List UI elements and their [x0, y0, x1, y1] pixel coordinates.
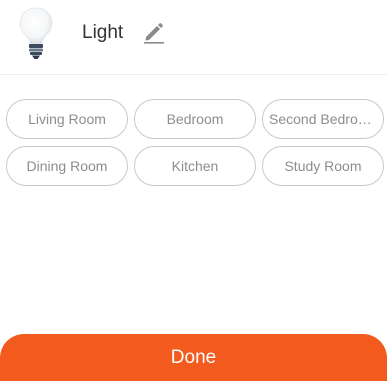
lightbulb-icon [19, 7, 53, 59]
header-divider [0, 74, 387, 75]
room-chip-second-bedroom[interactable]: Second Bedroom [262, 99, 384, 139]
pencil-icon[interactable] [142, 22, 166, 44]
device-header: Light [0, 0, 387, 74]
room-chip-living-room[interactable]: Living Room [6, 99, 128, 139]
done-button[interactable]: Done [0, 334, 387, 381]
room-chip-kitchen[interactable]: Kitchen [134, 146, 256, 186]
room-chip-dining-room[interactable]: Dining Room [6, 146, 128, 186]
room-chip-bedroom[interactable]: Bedroom [134, 99, 256, 139]
room-chip-study-room[interactable]: Study Room [262, 146, 384, 186]
device-title: Light [82, 22, 124, 43]
